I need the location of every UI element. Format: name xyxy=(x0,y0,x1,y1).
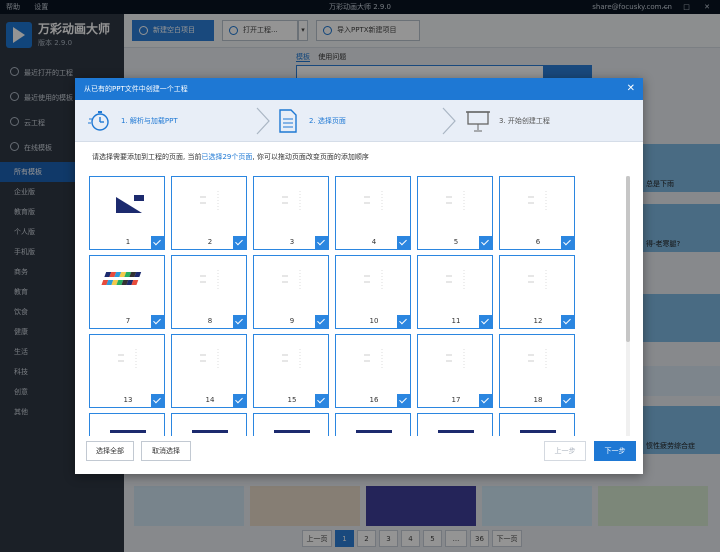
chevron-right-icon xyxy=(256,107,270,135)
slide-preview xyxy=(418,335,494,393)
stopwatch-icon xyxy=(88,111,109,131)
chevron-right-icon xyxy=(442,107,456,135)
slide-preview xyxy=(418,177,494,235)
slide-preview xyxy=(336,335,412,393)
checkmark-icon[interactable] xyxy=(479,394,492,407)
slide-preview xyxy=(500,256,576,314)
page-thumbnail[interactable]: 10 xyxy=(335,255,411,329)
page-thumbnail[interactable]: 2 xyxy=(171,176,247,250)
hint-selected-count: 已选择29个页面 xyxy=(201,153,253,161)
page-thumbnail[interactable] xyxy=(171,413,247,436)
checkmark-icon[interactable] xyxy=(315,394,328,407)
slide-preview xyxy=(336,414,412,436)
slide-preview xyxy=(90,256,166,314)
slide-preview xyxy=(500,335,576,393)
slide-preview xyxy=(172,177,248,235)
close-icon[interactable]: ✕ xyxy=(627,78,635,100)
page-thumbnail[interactable] xyxy=(253,413,329,436)
page-thumbnail[interactable]: 12 xyxy=(499,255,575,329)
page-thumbnail[interactable]: 9 xyxy=(253,255,329,329)
slide-preview xyxy=(500,414,576,436)
import-ppt-dialog: 从已有的PPT文件中创建一个工程 ✕ 1. 解析与加载PPT 2. 选择页面 3… xyxy=(75,78,643,474)
page-thumbnail[interactable] xyxy=(89,413,165,436)
dialog-title: 从已有的PPT文件中创建一个工程 xyxy=(75,78,643,100)
checkmark-icon[interactable] xyxy=(479,315,492,328)
grid-scrollbar[interactable] xyxy=(626,176,630,436)
page-thumbnail[interactable] xyxy=(335,413,411,436)
checkmark-icon[interactable] xyxy=(233,394,246,407)
step-label: 3. 开始创建工程 xyxy=(499,117,550,125)
slide-preview xyxy=(254,414,330,436)
slide-preview xyxy=(254,256,330,314)
app-window: 帮助 设置 万彩动画大师 2.9.0 share@focusky.com.cn … xyxy=(0,0,720,552)
slide-preview xyxy=(418,256,494,314)
slide-preview xyxy=(500,177,576,235)
page-thumbnail[interactable] xyxy=(499,413,575,436)
selection-hint: 请选择需要添加到工程的页面, 当前已选择29个页面, 你可以拖动页面改变页面的添… xyxy=(92,152,369,162)
page-thumbnail[interactable]: 16 xyxy=(335,334,411,408)
checkmark-icon[interactable] xyxy=(397,236,410,249)
slide-preview xyxy=(172,335,248,393)
document-icon xyxy=(279,109,297,133)
page-thumbnail[interactable]: 1 xyxy=(89,176,165,250)
page-thumbnail[interactable]: 4 xyxy=(335,176,411,250)
page-thumbnail[interactable]: 15 xyxy=(253,334,329,408)
page-thumbnail[interactable]: 13 xyxy=(89,334,165,408)
page-thumbnail[interactable]: 11 xyxy=(417,255,493,329)
checkmark-icon[interactable] xyxy=(233,236,246,249)
slide-preview xyxy=(90,335,166,393)
slide-preview xyxy=(172,256,248,314)
page-thumbnail[interactable]: 14 xyxy=(171,334,247,408)
prev-step-button[interactable]: 上一步 xyxy=(544,441,586,461)
slide-preview xyxy=(90,177,166,235)
page-thumbnail-grid: 1 2 3 4 5 6 7 8 9 10 11 12 13 14 15 16 17 18 xyxy=(89,176,629,436)
slide-preview xyxy=(418,414,494,436)
checkmark-icon[interactable] xyxy=(315,236,328,249)
page-thumbnail[interactable]: 8 xyxy=(171,255,247,329)
checkmark-icon[interactable] xyxy=(233,315,246,328)
page-thumbnail[interactable]: 5 xyxy=(417,176,493,250)
step-select-pages: 2. 选择页面 xyxy=(275,100,445,142)
checkmark-icon[interactable] xyxy=(151,315,164,328)
checkmark-icon[interactable] xyxy=(151,236,164,249)
checkmark-icon[interactable] xyxy=(397,394,410,407)
slide-preview xyxy=(90,414,166,436)
next-step-button[interactable]: 下一步 xyxy=(594,441,636,461)
hint-suffix: , 你可以拖动页面改变页面的添加顺序 xyxy=(252,153,369,161)
select-all-button[interactable]: 选择全部 xyxy=(86,441,134,461)
checkmark-icon[interactable] xyxy=(151,394,164,407)
presentation-icon xyxy=(466,111,490,132)
hint-prefix: 请选择需要添加到工程的页面, 当前 xyxy=(92,153,202,161)
page-thumbnail[interactable]: 3 xyxy=(253,176,329,250)
page-thumbnail[interactable]: 6 xyxy=(499,176,575,250)
scrollbar-thumb[interactable] xyxy=(626,176,630,342)
slide-preview xyxy=(254,335,330,393)
slide-preview xyxy=(172,414,248,436)
checkmark-icon[interactable] xyxy=(315,315,328,328)
dialog-title-text: 从已有的PPT文件中创建一个工程 xyxy=(84,85,188,93)
deselect-button[interactable]: 取消选择 xyxy=(141,441,191,461)
page-thumbnail[interactable]: 7 xyxy=(89,255,165,329)
step-parse-ppt: 1. 解析与加载PPT xyxy=(85,100,255,142)
checkmark-icon[interactable] xyxy=(561,394,574,407)
checkmark-icon[interactable] xyxy=(479,236,492,249)
checkmark-icon[interactable] xyxy=(561,236,574,249)
step-label: 2. 选择页面 xyxy=(309,117,346,125)
page-thumbnail[interactable]: 18 xyxy=(499,334,575,408)
page-thumbnail[interactable]: 17 xyxy=(417,334,493,408)
slide-preview xyxy=(336,256,412,314)
checkmark-icon[interactable] xyxy=(561,315,574,328)
wizard-steps: 1. 解析与加载PPT 2. 选择页面 3. 开始创建工程 xyxy=(75,100,643,142)
slide-preview xyxy=(254,177,330,235)
step-label: 1. 解析与加载PPT xyxy=(121,117,178,125)
page-thumbnail[interactable] xyxy=(417,413,493,436)
checkmark-icon[interactable] xyxy=(397,315,410,328)
step-create-project: 3. 开始创建工程 xyxy=(463,100,633,142)
slide-preview xyxy=(336,177,412,235)
